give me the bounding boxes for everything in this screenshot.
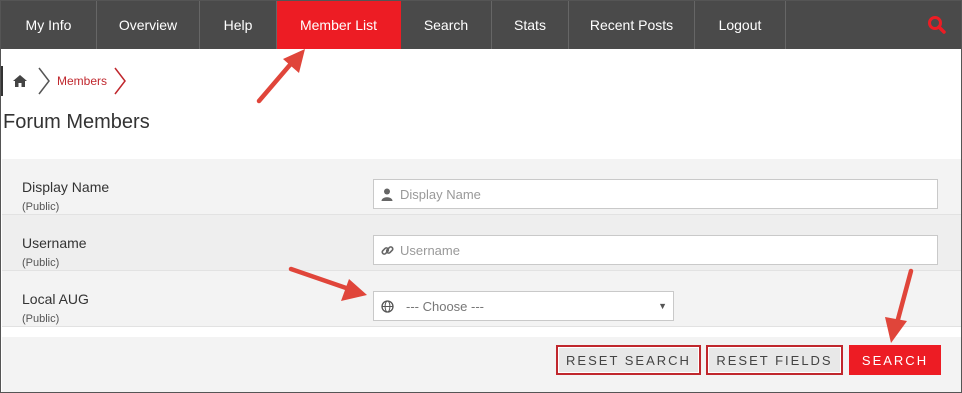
nav-item-member-list[interactable]: Member List [277, 1, 401, 49]
nav-item-help[interactable]: Help [200, 1, 277, 49]
local-aug-selected: --- Choose --- [406, 298, 485, 314]
local-aug-label: Local AUG [22, 291, 89, 307]
username-field[interactable] [373, 235, 938, 265]
nav-label: Search [423, 17, 469, 33]
link-icon [374, 236, 400, 264]
nav-label: Logout [718, 17, 762, 33]
form-actions: RESET SEARCH RESET FIELDS SEARCH [2, 337, 961, 392]
reset-fields-button[interactable]: RESET FIELDS [706, 345, 843, 375]
nav-label: Help [223, 17, 253, 33]
display-name-input[interactable] [400, 181, 920, 207]
nav-label: Stats [514, 17, 546, 33]
nav-label: Recent Posts [589, 17, 674, 33]
search-button[interactable]: SEARCH [849, 345, 941, 375]
username-visibility: (Public) [22, 257, 60, 269]
reset-search-button[interactable]: RESET SEARCH [556, 345, 701, 375]
breadcrumb: Members [1, 66, 127, 96]
home-icon[interactable] [1, 66, 37, 96]
member-search-form: Display Name (Public) Username (Public) … [2, 159, 961, 327]
breadcrumb-members[interactable]: Members [51, 66, 113, 96]
nav-item-recent-posts[interactable]: Recent Posts [569, 1, 695, 49]
local-aug-visibility: (Public) [22, 313, 60, 325]
nav-item-overview[interactable]: Overview [97, 1, 200, 49]
page-title: Forum Members [3, 111, 150, 133]
caret-down-icon: ▼ [658, 301, 667, 311]
globe-icon [374, 292, 400, 320]
nav-label: Member List [299, 17, 378, 33]
nav-item-my-info[interactable]: My Info [1, 1, 97, 49]
display-name-visibility: (Public) [22, 201, 60, 213]
username-input[interactable] [400, 237, 920, 263]
search-icon[interactable] [927, 15, 947, 35]
display-name-label: Display Name [22, 179, 110, 195]
display-name-field[interactable] [373, 179, 938, 209]
annotation-arrow-icon [256, 49, 305, 104]
page-frame: My Info Overview Help Member List Search… [0, 0, 962, 393]
nav-item-search[interactable]: Search [401, 1, 492, 49]
user-icon [374, 180, 400, 208]
nav-item-stats[interactable]: Stats [492, 1, 569, 49]
breadcrumb-separator-icon [38, 67, 50, 95]
nav-label: My Info [25, 17, 72, 33]
top-nav: My Info Overview Help Member List Search… [1, 1, 961, 49]
username-label: Username [22, 235, 87, 251]
nav-label: Overview [118, 17, 178, 33]
nav-item-logout[interactable]: Logout [695, 1, 786, 49]
local-aug-select[interactable]: --- Choose --- ▼ [373, 291, 674, 321]
breadcrumb-separator-icon [114, 67, 126, 95]
